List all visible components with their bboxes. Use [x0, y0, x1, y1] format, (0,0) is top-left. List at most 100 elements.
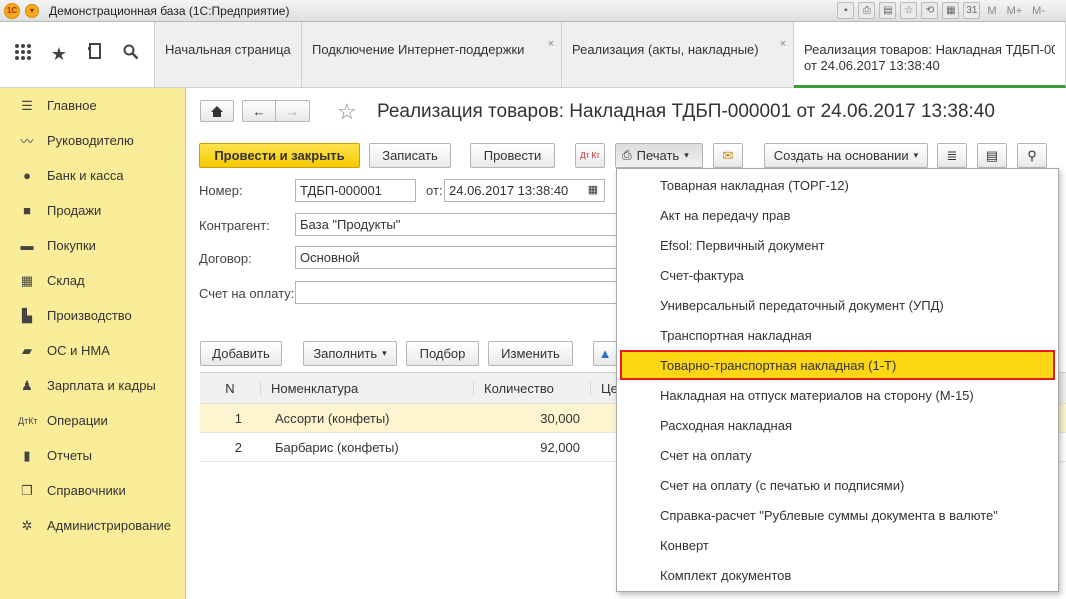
favorites-star-icon[interactable]: ★	[48, 44, 70, 65]
favorite-star-icon[interactable]: ☆	[337, 99, 357, 125]
back-button[interactable]: ←	[242, 100, 276, 122]
email-button[interactable]: ✉	[713, 143, 743, 168]
tab-sales-list[interactable]: Реализация (акты, накладные) ×	[562, 22, 794, 88]
memory-plus-button[interactable]: M+	[1004, 5, 1026, 17]
title-bar: 1С ▾ Демонстрационная база (1С:Предприят…	[0, 0, 1066, 22]
selection-button[interactable]: Подбор	[406, 341, 479, 366]
titlebar-tools: ▪ ⎙ ▤ ☆ ⟲ ▦ 31 M M+ M-	[837, 2, 1048, 19]
print-menu-item[interactable]: Конверт	[617, 530, 1058, 560]
bag-icon: ■	[23, 203, 31, 218]
print-menu-item[interactable]: Справка-расчет "Рублевые суммы документа…	[617, 500, 1058, 530]
memory-minus-button[interactable]: M-	[1029, 5, 1048, 17]
people-icon: ♟	[21, 377, 33, 393]
sidebar-item-payroll[interactable]: ♟ Зарплата и кадры	[0, 368, 185, 403]
paperclip-icon: ⚲	[1027, 147, 1037, 163]
hamburger-icon: ☰	[21, 97, 33, 113]
sidebar-item-admin[interactable]: ✲ Администрирование	[0, 508, 185, 543]
1c-logo-icon[interactable]: 1С	[4, 2, 20, 19]
sidebar-item-bank[interactable]: ● Банк и касса	[0, 158, 185, 193]
gear-icon: ✲	[21, 517, 33, 533]
print-menu-item[interactable]: Счет-фактура	[617, 260, 1058, 290]
save-icon[interactable]: ▪	[837, 2, 855, 19]
move-up-button[interactable]: ▲	[593, 341, 617, 366]
sidebar-item-manager[interactable]: 〰 Руководителю	[0, 123, 185, 158]
column-header-item[interactable]: Номенклатура	[260, 380, 473, 396]
print-menu-item[interactable]: Счет на оплату (с печатью и подписями)	[617, 470, 1058, 500]
dt-kt-button[interactable]: Дт Кт	[575, 143, 605, 168]
calendar-icon[interactable]: ▦	[582, 180, 604, 203]
calendar-icon[interactable]: 31	[963, 2, 981, 19]
chevron-down-icon: ▾	[684, 150, 689, 160]
forward-button[interactable]: →	[276, 100, 310, 122]
printer-icon: ⎙	[622, 148, 632, 162]
sidebar-item-main[interactable]: ☰ Главное	[0, 88, 185, 123]
sidebar-item-purchases[interactable]: ▬ Покупки	[0, 228, 185, 263]
print-menu-item[interactable]: Расходная накладная	[617, 410, 1058, 440]
grid-menu-icon[interactable]	[12, 43, 34, 66]
chevron-down-icon: ▾	[382, 348, 387, 358]
bar-chart-icon: ▮	[23, 447, 31, 463]
create-based-on-button[interactable]: Создать на основании ▾	[764, 143, 928, 168]
print-menu-item[interactable]: Комплект документов	[617, 560, 1058, 590]
envelope-icon: ✉	[722, 147, 734, 163]
print-menu-item-highlighted[interactable]: Товарно-транспортная накладная (1-Т)	[620, 350, 1055, 380]
print-menu-item[interactable]: Efsol: Первичный документ	[617, 230, 1058, 260]
report-button[interactable]: ▤	[977, 143, 1007, 168]
tab-home[interactable]: Начальная страница	[155, 22, 302, 88]
save-button[interactable]: Записать	[369, 143, 451, 168]
factory-icon: ▙	[22, 307, 32, 323]
list-icon: ≣	[946, 147, 958, 163]
tab-internet-support[interactable]: Подключение Интернет-поддержки ×	[302, 22, 562, 88]
main-menu-icon[interactable]: ▾	[25, 3, 39, 18]
close-icon[interactable]: ×	[780, 38, 786, 50]
print-menu-item[interactable]: Накладная на отпуск материалов на сторон…	[617, 380, 1058, 410]
column-header-n[interactable]: N	[200, 381, 260, 396]
invoice-field[interactable]	[295, 281, 625, 304]
home-button[interactable]	[200, 100, 234, 122]
sidebar-item-directories[interactable]: ❐ Справочники	[0, 473, 185, 508]
print-icon[interactable]: ⎙	[858, 2, 876, 19]
sections-sidebar: ☰ Главное 〰 Руководителю ● Банк и касса ■ Пр…	[0, 88, 186, 599]
sidebar-item-reports[interactable]: ▮ Отчеты	[0, 438, 185, 473]
date-field[interactable]: 24.06.2017 13:38:40	[444, 179, 605, 202]
chevron-down-icon: ▾	[913, 150, 919, 160]
calculator-icon[interactable]: ▦	[942, 2, 960, 19]
history-icon[interactable]	[84, 43, 106, 66]
print-menu-item[interactable]: Счет на оплату	[617, 440, 1058, 470]
contract-field[interactable]: Основной	[295, 246, 625, 269]
dt-kt-icon: Дт Кт	[580, 150, 600, 160]
books-icon: ❐	[21, 482, 33, 498]
sidebar-item-operations[interactable]: ДтКт Операции	[0, 403, 185, 438]
contractor-field[interactable]: База "Продукты"	[295, 213, 625, 236]
post-button[interactable]: Провести	[470, 143, 555, 168]
sidebar-item-production[interactable]: ▙ Производство	[0, 298, 185, 333]
favorites-icon[interactable]: ☆	[900, 2, 918, 19]
warehouse-icon: ▦	[20, 272, 34, 288]
sidebar-item-warehouse[interactable]: ▦ Склад	[0, 263, 185, 298]
post-and-close-button[interactable]: Провести и закрыть	[199, 143, 360, 168]
preview-icon[interactable]: ▤	[879, 2, 897, 19]
sidebar-item-sales[interactable]: ■ Продажи	[0, 193, 185, 228]
history-icon[interactable]: ⟲	[921, 2, 939, 19]
number-field[interactable]: ТДБП-000001	[295, 179, 416, 202]
print-menu-item[interactable]: Акт на передачу прав	[617, 200, 1058, 230]
close-icon[interactable]: ×	[548, 38, 554, 50]
sidebar-item-assets[interactable]: ▰ ОС и НМА	[0, 333, 185, 368]
structure-button[interactable]: ≣	[937, 143, 967, 168]
print-menu-item[interactable]: Транспортная накладная	[617, 320, 1058, 350]
column-header-quantity[interactable]: Количество	[473, 380, 590, 396]
nav-panel: ★	[0, 22, 155, 88]
attachments-button[interactable]: ⚲	[1017, 143, 1047, 168]
print-menu: Товарная накладная (ТОРГ-12) Акт на пере…	[616, 168, 1059, 592]
change-button[interactable]: Изменить	[488, 341, 573, 366]
search-icon[interactable]	[120, 44, 142, 65]
print-button[interactable]: ⎙ Печать ▾	[615, 143, 703, 168]
print-menu-item[interactable]: Товарная накладная (ТОРГ-12)	[617, 170, 1058, 200]
memory-button[interactable]: M	[984, 5, 999, 17]
truck-icon: ▰	[22, 342, 32, 358]
tab-sales-document[interactable]: Реализация товаров: Накладная ТДБП-0000 …	[794, 22, 1066, 88]
print-menu-item[interactable]: Универсальный передаточный документ (УПД…	[617, 290, 1058, 320]
cart-icon: ▬	[20, 238, 34, 253]
fill-button[interactable]: Заполнить ▾	[303, 341, 397, 366]
add-row-button[interactable]: Добавить	[200, 341, 282, 366]
